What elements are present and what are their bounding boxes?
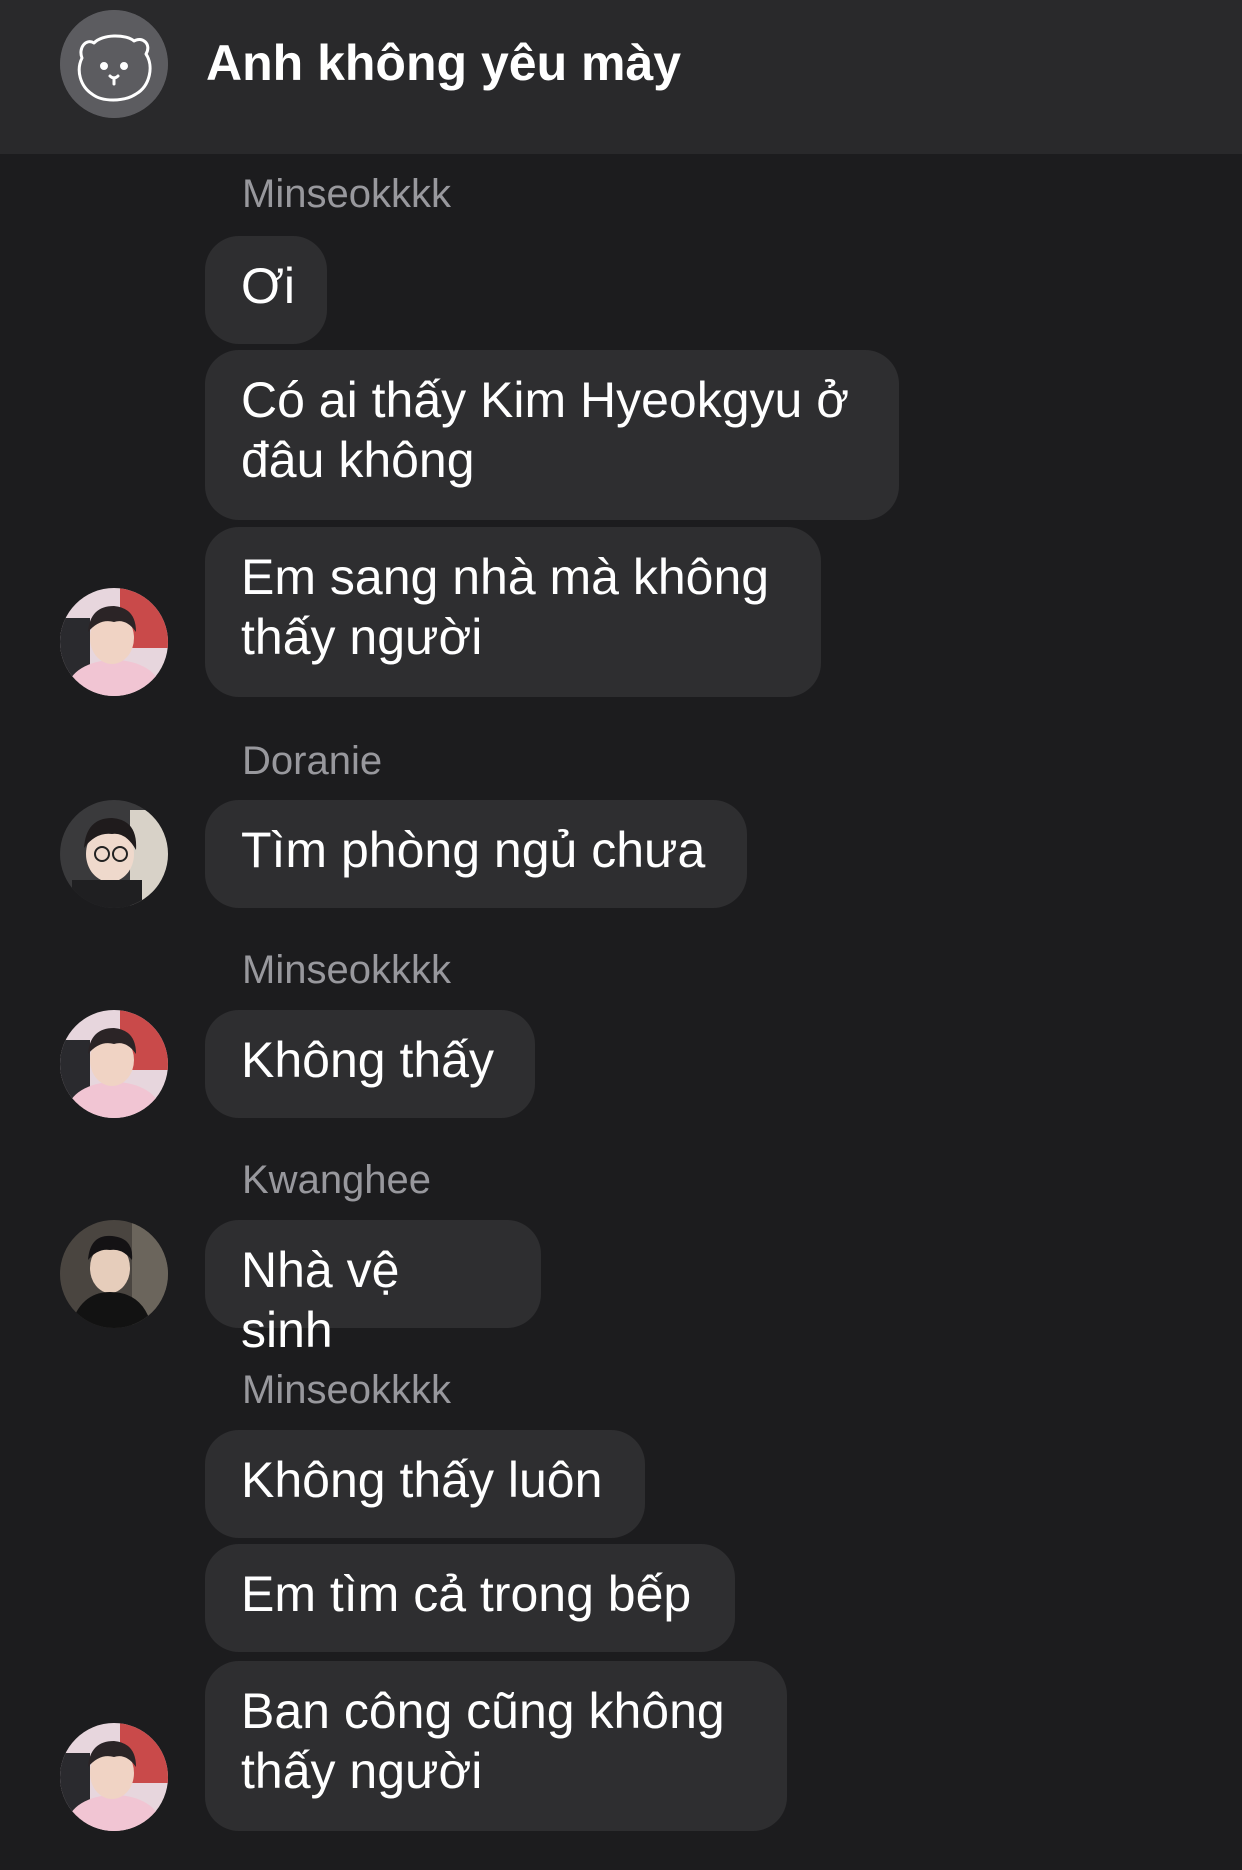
message-bubble[interactable]: Ơi [205,236,327,344]
message-bubble[interactable]: Em sang nhà mà không thấy người [205,527,821,697]
profile-photo-icon [60,1723,168,1831]
avatar-minseokkkk[interactable] [60,588,168,696]
avatar-minseokkkk[interactable] [60,1723,168,1831]
avatar-minseokkkk[interactable] [60,1010,168,1118]
chat-title[interactable]: Anh không yêu mày [206,34,681,92]
avatar-doranie[interactable] [60,800,168,908]
avatar-kwanghee[interactable] [60,1220,168,1328]
message-bubble[interactable]: Em tìm cả trong bếp [205,1544,735,1652]
message-bubble[interactable]: Không thấy luôn [205,1430,645,1538]
message-bubble[interactable]: Có ai thấy Kim Hyeokgyu ở đâu không [205,350,899,520]
sender-name: Minseokkkk [242,172,451,216]
profile-photo-icon [60,800,168,908]
profile-photo-icon [60,1220,168,1328]
profile-photo-icon [60,1010,168,1118]
sender-name: Kwanghee [242,1158,432,1202]
message-bubble[interactable]: Tìm phòng ngủ chưa [205,800,747,908]
message-bubble[interactable]: Không thấy [205,1010,535,1118]
message-bubble[interactable]: Ban công cũng không thấy người [205,1661,787,1831]
group-avatar[interactable] [60,10,168,118]
sender-name: Minseokkkk [242,948,451,992]
bear-icon [60,10,168,118]
sender-name: Minseokkkk [242,1368,451,1412]
profile-photo-icon [60,588,168,696]
message-bubble[interactable]: Nhà vệ sinh [205,1220,541,1358]
chat-header: Anh không yêu mày [0,0,1242,154]
sender-name: Doranie [242,739,383,783]
